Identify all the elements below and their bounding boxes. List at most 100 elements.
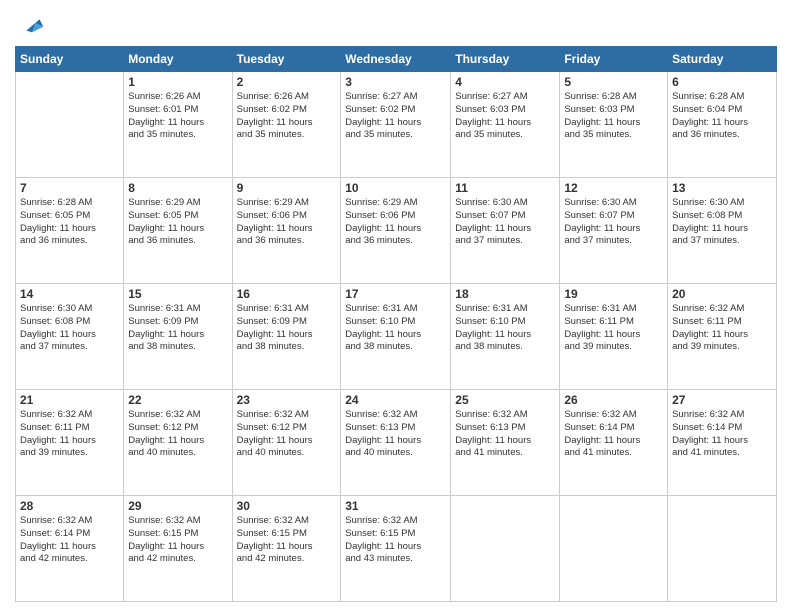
sunrise-text: Sunrise: 6:31 AM xyxy=(237,303,337,316)
day-number: 2 xyxy=(237,75,337,89)
daylight-minutes-text: and 37 minutes. xyxy=(672,235,772,248)
week-row-3: 14Sunrise: 6:30 AMSunset: 6:08 PMDayligh… xyxy=(16,284,777,390)
sunrise-text: Sunrise: 6:31 AM xyxy=(564,303,663,316)
sunset-text: Sunset: 6:14 PM xyxy=(20,528,119,541)
day-number: 28 xyxy=(20,499,119,513)
day-number: 30 xyxy=(237,499,337,513)
sunrise-text: Sunrise: 6:32 AM xyxy=(672,409,772,422)
calendar-cell: 6Sunrise: 6:28 AMSunset: 6:04 PMDaylight… xyxy=(668,72,777,178)
day-number: 4 xyxy=(455,75,555,89)
sunrise-text: Sunrise: 6:32 AM xyxy=(455,409,555,422)
daylight-text: Daylight: 11 hours xyxy=(345,435,446,448)
daylight-text: Daylight: 11 hours xyxy=(672,223,772,236)
calendar-cell: 2Sunrise: 6:26 AMSunset: 6:02 PMDaylight… xyxy=(232,72,341,178)
page: SundayMondayTuesdayWednesdayThursdayFrid… xyxy=(0,0,792,612)
daylight-text: Daylight: 11 hours xyxy=(237,117,337,130)
daylight-text: Daylight: 11 hours xyxy=(237,541,337,554)
day-number: 24 xyxy=(345,393,446,407)
sunset-text: Sunset: 6:03 PM xyxy=(455,104,555,117)
daylight-text: Daylight: 11 hours xyxy=(564,223,663,236)
sunset-text: Sunset: 6:09 PM xyxy=(237,316,337,329)
day-number: 17 xyxy=(345,287,446,301)
sunrise-text: Sunrise: 6:27 AM xyxy=(345,91,446,104)
calendar-cell: 26Sunrise: 6:32 AMSunset: 6:14 PMDayligh… xyxy=(560,390,668,496)
daylight-text: Daylight: 11 hours xyxy=(455,117,555,130)
day-number: 3 xyxy=(345,75,446,89)
sunset-text: Sunset: 6:08 PM xyxy=(20,316,119,329)
sunset-text: Sunset: 6:02 PM xyxy=(345,104,446,117)
calendar-cell: 1Sunrise: 6:26 AMSunset: 6:01 PMDaylight… xyxy=(124,72,232,178)
header xyxy=(15,10,777,38)
col-header-thursday: Thursday xyxy=(451,47,560,72)
daylight-minutes-text: and 35 minutes. xyxy=(237,129,337,142)
sunrise-text: Sunrise: 6:31 AM xyxy=(345,303,446,316)
sunrise-text: Sunrise: 6:28 AM xyxy=(564,91,663,104)
day-number: 11 xyxy=(455,181,555,195)
day-number: 1 xyxy=(128,75,227,89)
day-number: 5 xyxy=(564,75,663,89)
sunset-text: Sunset: 6:13 PM xyxy=(345,422,446,435)
calendar-cell: 12Sunrise: 6:30 AMSunset: 6:07 PMDayligh… xyxy=(560,178,668,284)
sunrise-text: Sunrise: 6:29 AM xyxy=(345,197,446,210)
week-row-5: 28Sunrise: 6:32 AMSunset: 6:14 PMDayligh… xyxy=(16,496,777,602)
daylight-text: Daylight: 11 hours xyxy=(20,541,119,554)
day-number: 25 xyxy=(455,393,555,407)
day-number: 23 xyxy=(237,393,337,407)
sunset-text: Sunset: 6:07 PM xyxy=(564,210,663,223)
week-row-4: 21Sunrise: 6:32 AMSunset: 6:11 PMDayligh… xyxy=(16,390,777,496)
calendar-cell: 22Sunrise: 6:32 AMSunset: 6:12 PMDayligh… xyxy=(124,390,232,496)
day-number: 12 xyxy=(564,181,663,195)
sunset-text: Sunset: 6:01 PM xyxy=(128,104,227,117)
week-row-2: 7Sunrise: 6:28 AMSunset: 6:05 PMDaylight… xyxy=(16,178,777,284)
day-number: 21 xyxy=(20,393,119,407)
col-header-sunday: Sunday xyxy=(16,47,124,72)
sunset-text: Sunset: 6:12 PM xyxy=(237,422,337,435)
daylight-text: Daylight: 11 hours xyxy=(672,329,772,342)
logo xyxy=(15,15,47,38)
sunset-text: Sunset: 6:10 PM xyxy=(455,316,555,329)
calendar-cell: 21Sunrise: 6:32 AMSunset: 6:11 PMDayligh… xyxy=(16,390,124,496)
day-number: 13 xyxy=(672,181,772,195)
day-number: 14 xyxy=(20,287,119,301)
day-number: 18 xyxy=(455,287,555,301)
calendar-cell: 8Sunrise: 6:29 AMSunset: 6:05 PMDaylight… xyxy=(124,178,232,284)
day-number: 19 xyxy=(564,287,663,301)
calendar-cell: 14Sunrise: 6:30 AMSunset: 6:08 PMDayligh… xyxy=(16,284,124,390)
sunrise-text: Sunrise: 6:28 AM xyxy=(672,91,772,104)
daylight-text: Daylight: 11 hours xyxy=(345,541,446,554)
calendar-cell: 9Sunrise: 6:29 AMSunset: 6:06 PMDaylight… xyxy=(232,178,341,284)
daylight-minutes-text: and 40 minutes. xyxy=(345,447,446,460)
calendar-cell: 17Sunrise: 6:31 AMSunset: 6:10 PMDayligh… xyxy=(341,284,451,390)
calendar-cell: 23Sunrise: 6:32 AMSunset: 6:12 PMDayligh… xyxy=(232,390,341,496)
sunrise-text: Sunrise: 6:26 AM xyxy=(128,91,227,104)
calendar-cell: 3Sunrise: 6:27 AMSunset: 6:02 PMDaylight… xyxy=(341,72,451,178)
daylight-minutes-text: and 41 minutes. xyxy=(455,447,555,460)
sunrise-text: Sunrise: 6:29 AM xyxy=(237,197,337,210)
sunset-text: Sunset: 6:13 PM xyxy=(455,422,555,435)
sunrise-text: Sunrise: 6:31 AM xyxy=(455,303,555,316)
daylight-text: Daylight: 11 hours xyxy=(564,329,663,342)
sunset-text: Sunset: 6:15 PM xyxy=(345,528,446,541)
daylight-minutes-text: and 36 minutes. xyxy=(672,129,772,142)
sunset-text: Sunset: 6:05 PM xyxy=(128,210,227,223)
daylight-minutes-text: and 35 minutes. xyxy=(128,129,227,142)
calendar-cell: 24Sunrise: 6:32 AMSunset: 6:13 PMDayligh… xyxy=(341,390,451,496)
sunset-text: Sunset: 6:12 PM xyxy=(128,422,227,435)
sunset-text: Sunset: 6:11 PM xyxy=(564,316,663,329)
daylight-text: Daylight: 11 hours xyxy=(345,329,446,342)
day-number: 10 xyxy=(345,181,446,195)
daylight-text: Daylight: 11 hours xyxy=(672,117,772,130)
sunrise-text: Sunrise: 6:32 AM xyxy=(564,409,663,422)
calendar-cell: 28Sunrise: 6:32 AMSunset: 6:14 PMDayligh… xyxy=(16,496,124,602)
day-number: 6 xyxy=(672,75,772,89)
day-number: 16 xyxy=(237,287,337,301)
sunset-text: Sunset: 6:02 PM xyxy=(237,104,337,117)
day-number: 15 xyxy=(128,287,227,301)
calendar-cell: 25Sunrise: 6:32 AMSunset: 6:13 PMDayligh… xyxy=(451,390,560,496)
calendar-cell: 5Sunrise: 6:28 AMSunset: 6:03 PMDaylight… xyxy=(560,72,668,178)
daylight-text: Daylight: 11 hours xyxy=(128,223,227,236)
sunrise-text: Sunrise: 6:30 AM xyxy=(455,197,555,210)
calendar-cell: 27Sunrise: 6:32 AMSunset: 6:14 PMDayligh… xyxy=(668,390,777,496)
sunset-text: Sunset: 6:15 PM xyxy=(128,528,227,541)
daylight-minutes-text: and 36 minutes. xyxy=(237,235,337,248)
